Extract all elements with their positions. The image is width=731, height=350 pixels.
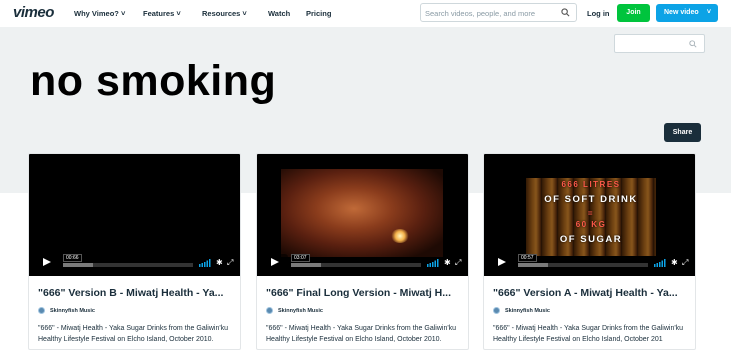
search-input[interactable]: Search videos, people, and more [420,3,577,22]
volume-icon[interactable] [427,259,439,267]
thumbnail-text: 666 LITRES [561,180,621,189]
nav-watch[interactable]: Watch [268,9,290,18]
video-card[interactable]: 00:66 ✱ ⤢ "666" Version B - Miwatj Healt… [28,153,241,350]
duration-label: 00:57 [518,254,537,262]
player-controls: 00:66 ✱ ⤢ [29,253,240,273]
play-icon[interactable] [34,254,60,271]
vimeo-logo[interactable]: vimeo [13,4,54,21]
nav-pricing[interactable]: Pricing [306,9,331,18]
duration-label: 00:66 [63,254,82,262]
login-link[interactable]: Log in [587,9,610,18]
video-title[interactable]: "666" Version B - Miwatj Health - Ya... [38,287,223,299]
settings-gear-icon[interactable]: ✱ [444,258,451,267]
thumbnail-text: OF SOFT DRINK [544,194,638,205]
settings-gear-icon[interactable]: ✱ [216,258,223,267]
owner-name: Skinnyfish Music [278,307,323,314]
video-card[interactable]: 03:07 ✱ ⤢ "666" Final Long Version - Miw… [256,153,469,350]
video-title[interactable]: "666" Final Long Version - Miwatj H... [266,287,451,299]
search-icon[interactable] [689,40,697,48]
thumbnail-text: 60 KG [575,220,607,229]
search-icon[interactable] [561,8,570,17]
video-card[interactable]: 666 LITRES OF SOFT DRINK = 60 KG OF SUGA… [483,153,696,350]
video-title[interactable]: "666" Version A - Miwatj Health - Ya... [493,287,678,299]
video-description: "666" - Miwatj Health - Yaka Sugar Drink… [266,325,457,343]
video-description: "666" - Miwatj Health - Yaka Sugar Drink… [38,325,229,343]
thumbnail-text: OF SUGAR [559,234,623,245]
fullscreen-icon[interactable]: ⤢ [227,258,233,268]
progress-bar[interactable] [63,263,193,267]
avatar [266,307,273,314]
fullscreen-icon[interactable]: ⤢ [455,258,461,268]
video-description: "666" - Miwatj Health - Yaka Sugar Drink… [493,325,684,343]
video-thumbnail [281,169,443,257]
video-player[interactable]: 666 LITRES OF SOFT DRINK = 60 KG OF SUGA… [484,154,695,276]
volume-icon[interactable] [654,259,666,267]
video-owner[interactable]: Skinnyfish Music [493,307,550,314]
duration-label: 03:07 [291,254,310,262]
avatar [38,307,45,314]
progress-bar[interactable] [518,263,648,267]
fullscreen-icon[interactable]: ⤢ [682,258,688,268]
new-video-label: New video [664,9,699,16]
nav-why-vimeo[interactable]: Why Vimeo? ˅ [74,9,125,18]
thumbnail-text: = [587,209,595,218]
progress-bar[interactable] [291,263,421,267]
share-button[interactable]: Share [664,123,701,142]
page-title: no smoking [30,57,277,105]
volume-icon[interactable] [199,259,211,267]
chevron-down-icon: ˅ [706,9,711,16]
player-controls: 03:07 ✱ ⤢ [257,253,468,273]
avatar [493,307,500,314]
video-thumbnail: 666 LITRES OF SOFT DRINK = 60 KG OF SUGA… [526,178,656,256]
new-video-button[interactable]: New video ˅ [656,4,718,22]
channel-search-input[interactable] [614,34,705,53]
join-button[interactable]: Join [617,4,650,22]
play-icon[interactable] [489,254,515,271]
owner-name: Skinnyfish Music [50,307,95,314]
play-icon[interactable] [262,254,288,271]
nav-resources[interactable]: Resources ˅ [202,9,247,18]
video-player[interactable]: 03:07 ✱ ⤢ [257,154,468,276]
video-owner[interactable]: Skinnyfish Music [38,307,95,314]
player-controls: 00:57 ✱ ⤢ [484,253,695,273]
video-owner[interactable]: Skinnyfish Music [266,307,323,314]
video-player[interactable]: 00:66 ✱ ⤢ [29,154,240,276]
owner-name: Skinnyfish Music [505,307,550,314]
nav-features[interactable]: Features ˅ [143,9,181,18]
top-navbar: vimeo Why Vimeo? ˅ Features ˅ Resources … [0,0,731,27]
settings-gear-icon[interactable]: ✱ [671,258,678,267]
search-placeholder: Search videos, people, and more [425,9,536,18]
